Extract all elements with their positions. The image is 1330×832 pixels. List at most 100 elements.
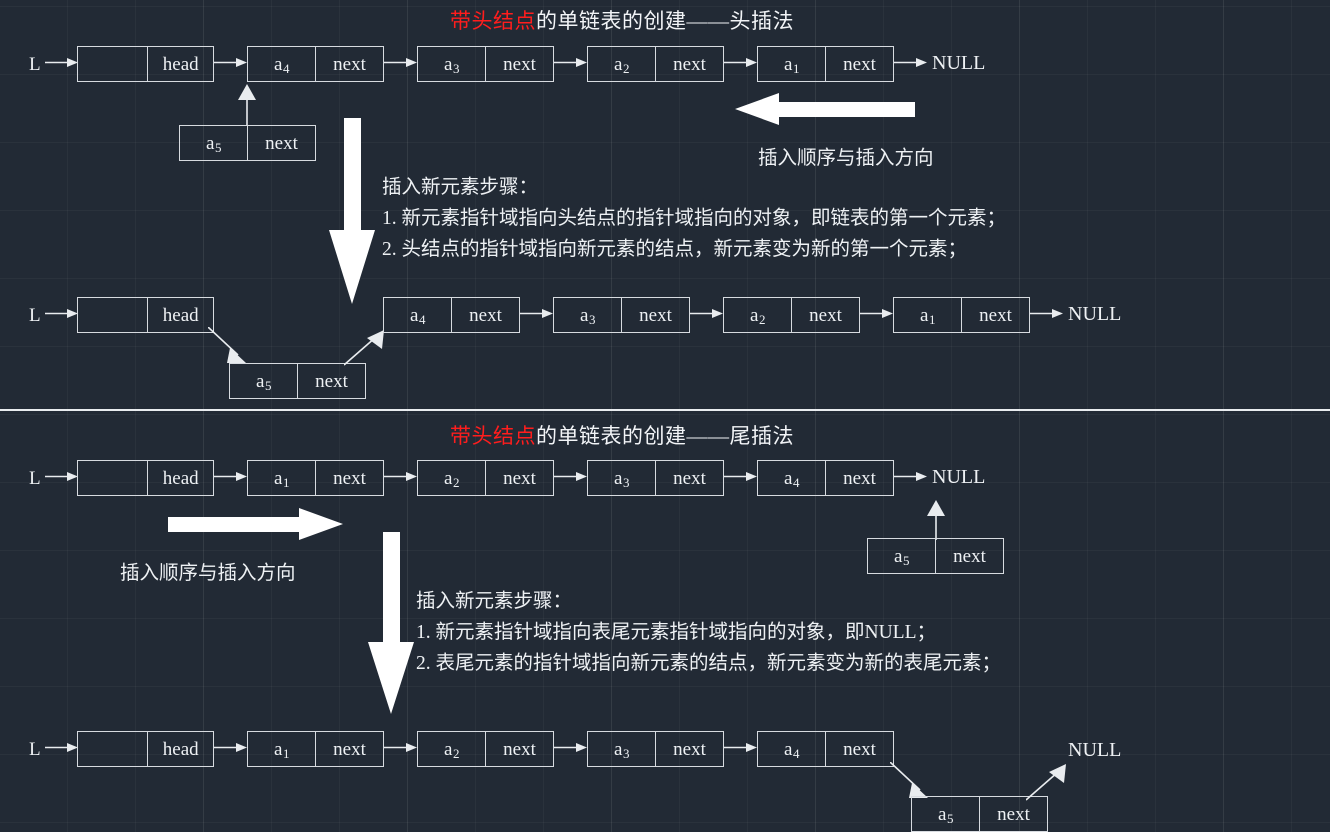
s1-new-node-ptr: next [247,126,315,160]
s2-flow-arrow-down [367,532,415,714]
s2r2-node-1-data: a1 [274,738,290,761]
section1-title: 带头结点的单链表的创建——头插法 [450,5,794,35]
s2r1-node-4-sub: 4 [792,474,800,490]
s1-new-node: a5 next [179,125,316,161]
s1r2-arrow-n3-to-n4 [860,309,893,318]
s1r1-arrow-n3-to-n4 [724,58,757,67]
s1r2-node-1-data: a4 [410,304,426,327]
s2r2-node-4: a4 next [757,731,894,767]
s1r2-node-1-sub: 4 [418,311,426,327]
s1r2-node-3: a2 next [723,297,860,333]
s1r2-arrow-a5-to-a4 [344,327,390,369]
s2r1-node-4-data: a4 [784,467,800,490]
s2r2-node-4-data: a4 [784,738,800,761]
s1-direction-caption: 插入顺序与插入方向 [758,148,934,169]
s1r2-head-node: head [77,297,214,333]
s1r2-node-4-ptr: next [961,298,1029,332]
s1r1-pointer-label: L [29,54,41,75]
s2r2-node-3-sub: 3 [622,745,630,761]
s2r1-node-1: a1 next [247,460,384,496]
s2-new-node-ptr: next [935,539,1003,573]
section2-title-highlight: 带头结点 [450,424,536,448]
s2r2-node-4-sub: 4 [792,745,800,761]
s1r1-node-4-ptr: next [825,47,893,81]
s2-direction-caption: 插入顺序与插入方向 [120,563,296,584]
s2r2-arrow-n1-to-n2 [384,743,417,752]
grid-line [1019,0,1020,832]
s2r2-node-3: a3 next [587,731,724,767]
s2r2-inserted-node-data: a5 [938,803,954,826]
s2r1-node-3-data: a3 [614,467,630,490]
s2r2-arrow-n3-to-n4 [724,743,757,752]
s1-flow-arrow-down [328,118,376,304]
s1r2-node-2: a3 next [553,297,690,333]
s2r2-head-node: head [77,731,214,767]
section2-title: 带头结点的单链表的创建——尾插法 [450,420,794,450]
s2r1-node-1-data: a1 [274,467,290,490]
s2r1-arrow-n2-to-n3 [554,472,587,481]
s1r2-null-label: NULL [1068,303,1122,325]
s1-steps-item-2: 2. 头结点的指针域指向新元素的结点，新元素变为新的第一个元素； [382,239,968,260]
s1r1-node-3-ptr: next [655,47,723,81]
s2r1-arrow-n4-to-null [894,472,927,481]
section1-title-rest: 的单链表的创建——头插法 [536,9,794,33]
s2r1-node-3: a3 next [587,460,724,496]
s1r2-node-1-ptr: next [451,298,519,332]
s1r1-node-3-data: a2 [614,53,630,76]
s1r1-arrow-n4-to-null [894,58,927,67]
s1r2-arrow-n4-to-null [1030,309,1063,318]
s1r2-node-4-data: a1 [920,304,936,327]
s1r2-node-1: a4 next [383,297,520,333]
s2r1-node-4: a4 next [757,460,894,496]
s2r1-node-1-ptr: next [315,461,383,495]
s2r1-arrow-n1-to-n2 [384,472,417,481]
s1r2-node-2-sub: 3 [588,311,596,327]
s2-steps-item-1: 1. 新元素指针域指向表尾元素指针域指向的对象，即NULL； [416,622,936,643]
s1r1-node-1-ptr: next [315,47,383,81]
s1r2-node-3-sub: 2 [758,311,766,327]
s1r2-node-2-ptr: next [621,298,689,332]
s1r1-arrow-n1-to-n2 [384,58,417,67]
s1r2-inserted-node-data: a5 [256,370,272,393]
s2-new-node-data: a5 [894,545,910,568]
section1-title-highlight: 带头结点 [450,9,536,33]
s1r1-arrow-L-to-head [45,58,78,67]
s2r2-node-1-sub: 1 [282,745,290,761]
s1r1-node-4: a1 next [757,46,894,82]
s1-steps-heading: 插入新元素步骤： [382,177,539,198]
s2r2-head-node-ptr: head [147,732,213,766]
s2r2-node-3-ptr: next [655,732,723,766]
s2r2-arrow-head-to-n1 [214,743,247,752]
s1r1-node-4-data: a1 [784,53,800,76]
s1r2-inserted-node-ptr: next [297,364,365,398]
s2r2-node-1-ptr: next [315,732,383,766]
s2-new-node-sub: 5 [902,552,910,568]
s1-steps-item-1: 1. 新元素指针域指向头结点的指针域指向的对象，即链表的第一个元素； [382,208,1007,229]
s2r1-arrow-L-to-head [45,472,78,481]
s1r1-node-1-sub: 4 [282,60,290,76]
slide-canvas: 带头结点的单链表的创建——头插法 L head a4 next a3 next … [0,0,1330,832]
s1r1-node-1-data: a4 [274,53,290,76]
s1r2-head-node-data [78,298,147,332]
s2r2-node-1: a1 next [247,731,384,767]
s2r2-null-label: NULL [1068,739,1122,761]
s1r1-node-2-ptr: next [485,47,553,81]
s2r1-node-3-sub: 3 [622,474,630,490]
s2r2-pointer-label: L [29,739,41,760]
s1r1-head-node: head [77,46,214,82]
s1r2-node-4: a1 next [893,297,1030,333]
s1r1-head-node-ptr: head [147,47,213,81]
s1r1-node-1: a4 next [247,46,384,82]
s1r2-arrow-L-to-head [45,309,78,318]
s2-steps: 插入新元素步骤： 1. 新元素指针域指向表尾元素指针域指向的对象，即NULL； … [416,586,1001,679]
s2r1-head-node-data [78,461,147,495]
s2r2-node-2-data: a2 [444,738,460,761]
s1-steps: 插入新元素步骤： 1. 新元素指针域指向头结点的指针域指向的对象，即链表的第一个… [382,172,1006,265]
s1r2-pointer-label: L [29,305,41,326]
s2-direction-arrow-right [168,507,343,541]
s2r2-node-3-data: a3 [614,738,630,761]
grid-line [611,0,612,832]
s2r1-node-2-data: a2 [444,467,460,490]
s1r1-head-node-data [78,47,147,81]
s2r1-arrow-n3-to-n4 [724,472,757,481]
